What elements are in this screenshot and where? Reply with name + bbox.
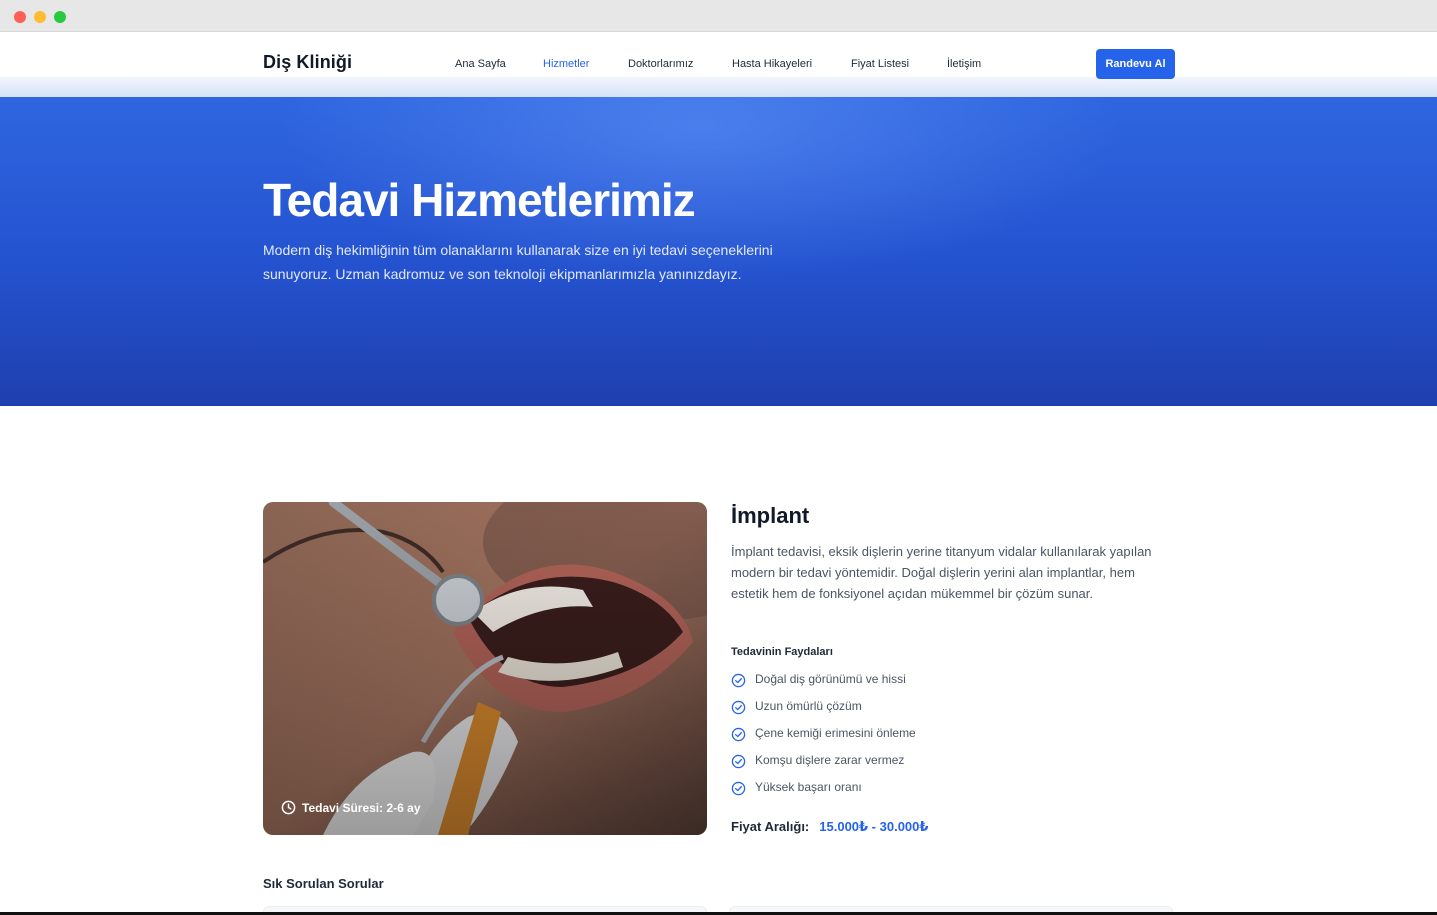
duration-label: Tedavi Süresi: 2-6 ay: [302, 800, 421, 815]
nav-link-home[interactable]: Ana Sayfa: [455, 58, 506, 70]
clock-icon: [281, 800, 296, 815]
benefits-list: Doğal diş görünümü ve hissi Uzun ömürlü …: [731, 672, 916, 807]
benefit-item: Uzun ömürlü çözüm: [731, 699, 916, 726]
nav-link-doctors[interactable]: Doktorlarımız: [628, 58, 693, 70]
benefits-heading: Tedavinin Faydaları: [731, 646, 833, 658]
close-window-button[interactable]: [14, 11, 26, 23]
faq-heading: Sık Sorulan Sorular: [263, 876, 384, 891]
brand-logo[interactable]: Diş Kliniği: [263, 52, 352, 73]
price-range: Fiyat Aralığı: 15.000₺ - 30.000₺: [731, 819, 928, 835]
benefit-item: Doğal diş görünümü ve hissi: [731, 672, 916, 699]
check-circle-icon: [731, 673, 746, 688]
check-circle-icon: [731, 727, 746, 742]
benefit-label: Doğal diş görünümü ve hissi: [755, 672, 906, 686]
nav-link-contact[interactable]: İletişim: [947, 58, 981, 70]
benefit-label: Uzun ömürlü çözüm: [755, 699, 862, 713]
maximize-window-button[interactable]: [54, 11, 66, 23]
appointment-button[interactable]: Randevu Al: [1096, 49, 1175, 79]
benefit-label: Komşu dişlere zarar vermez: [755, 753, 905, 767]
window-titlebar: [0, 0, 1437, 32]
nav-link-price-list[interactable]: Fiyat Listesi: [851, 58, 909, 70]
navbar-shadow: [0, 77, 1437, 97]
minimize-window-button[interactable]: [34, 11, 46, 23]
benefit-item: Yüksek başarı oranı: [731, 780, 916, 807]
nav-link-patient-stories[interactable]: Hasta Hikayeleri: [732, 58, 812, 70]
service-image: [263, 502, 707, 835]
check-circle-icon: [731, 700, 746, 715]
service-title: İmplant: [731, 503, 810, 528]
service-description: İmplant tedavisi, eksik dişlerin yerine …: [731, 544, 1152, 601]
page-title: Tedavi Hizmetlerimiz: [263, 174, 696, 226]
benefit-item: Komşu dişlere zarar vermez: [731, 753, 916, 780]
check-circle-icon: [731, 781, 746, 796]
benefit-label: Yüksek başarı oranı: [755, 780, 862, 794]
hero-section: Tedavi Hizmetlerimiz Modern diş hekimliğ…: [0, 97, 1437, 406]
nav-link-services[interactable]: Hizmetler: [543, 58, 589, 70]
duration-badge: Tedavi Süresi: 2-6 ay: [281, 800, 421, 815]
hero-description: Modern diş hekimliğinin tüm olanaklarını…: [263, 242, 773, 282]
price-value: 15.000₺ - 30.000₺: [819, 819, 929, 834]
benefit-item: Çene kemiği erimesini önleme: [731, 726, 916, 753]
check-circle-icon: [731, 754, 746, 769]
benefit-label: Çene kemiği erimesini önleme: [755, 726, 916, 740]
price-label: Fiyat Aralığı:: [731, 819, 810, 834]
